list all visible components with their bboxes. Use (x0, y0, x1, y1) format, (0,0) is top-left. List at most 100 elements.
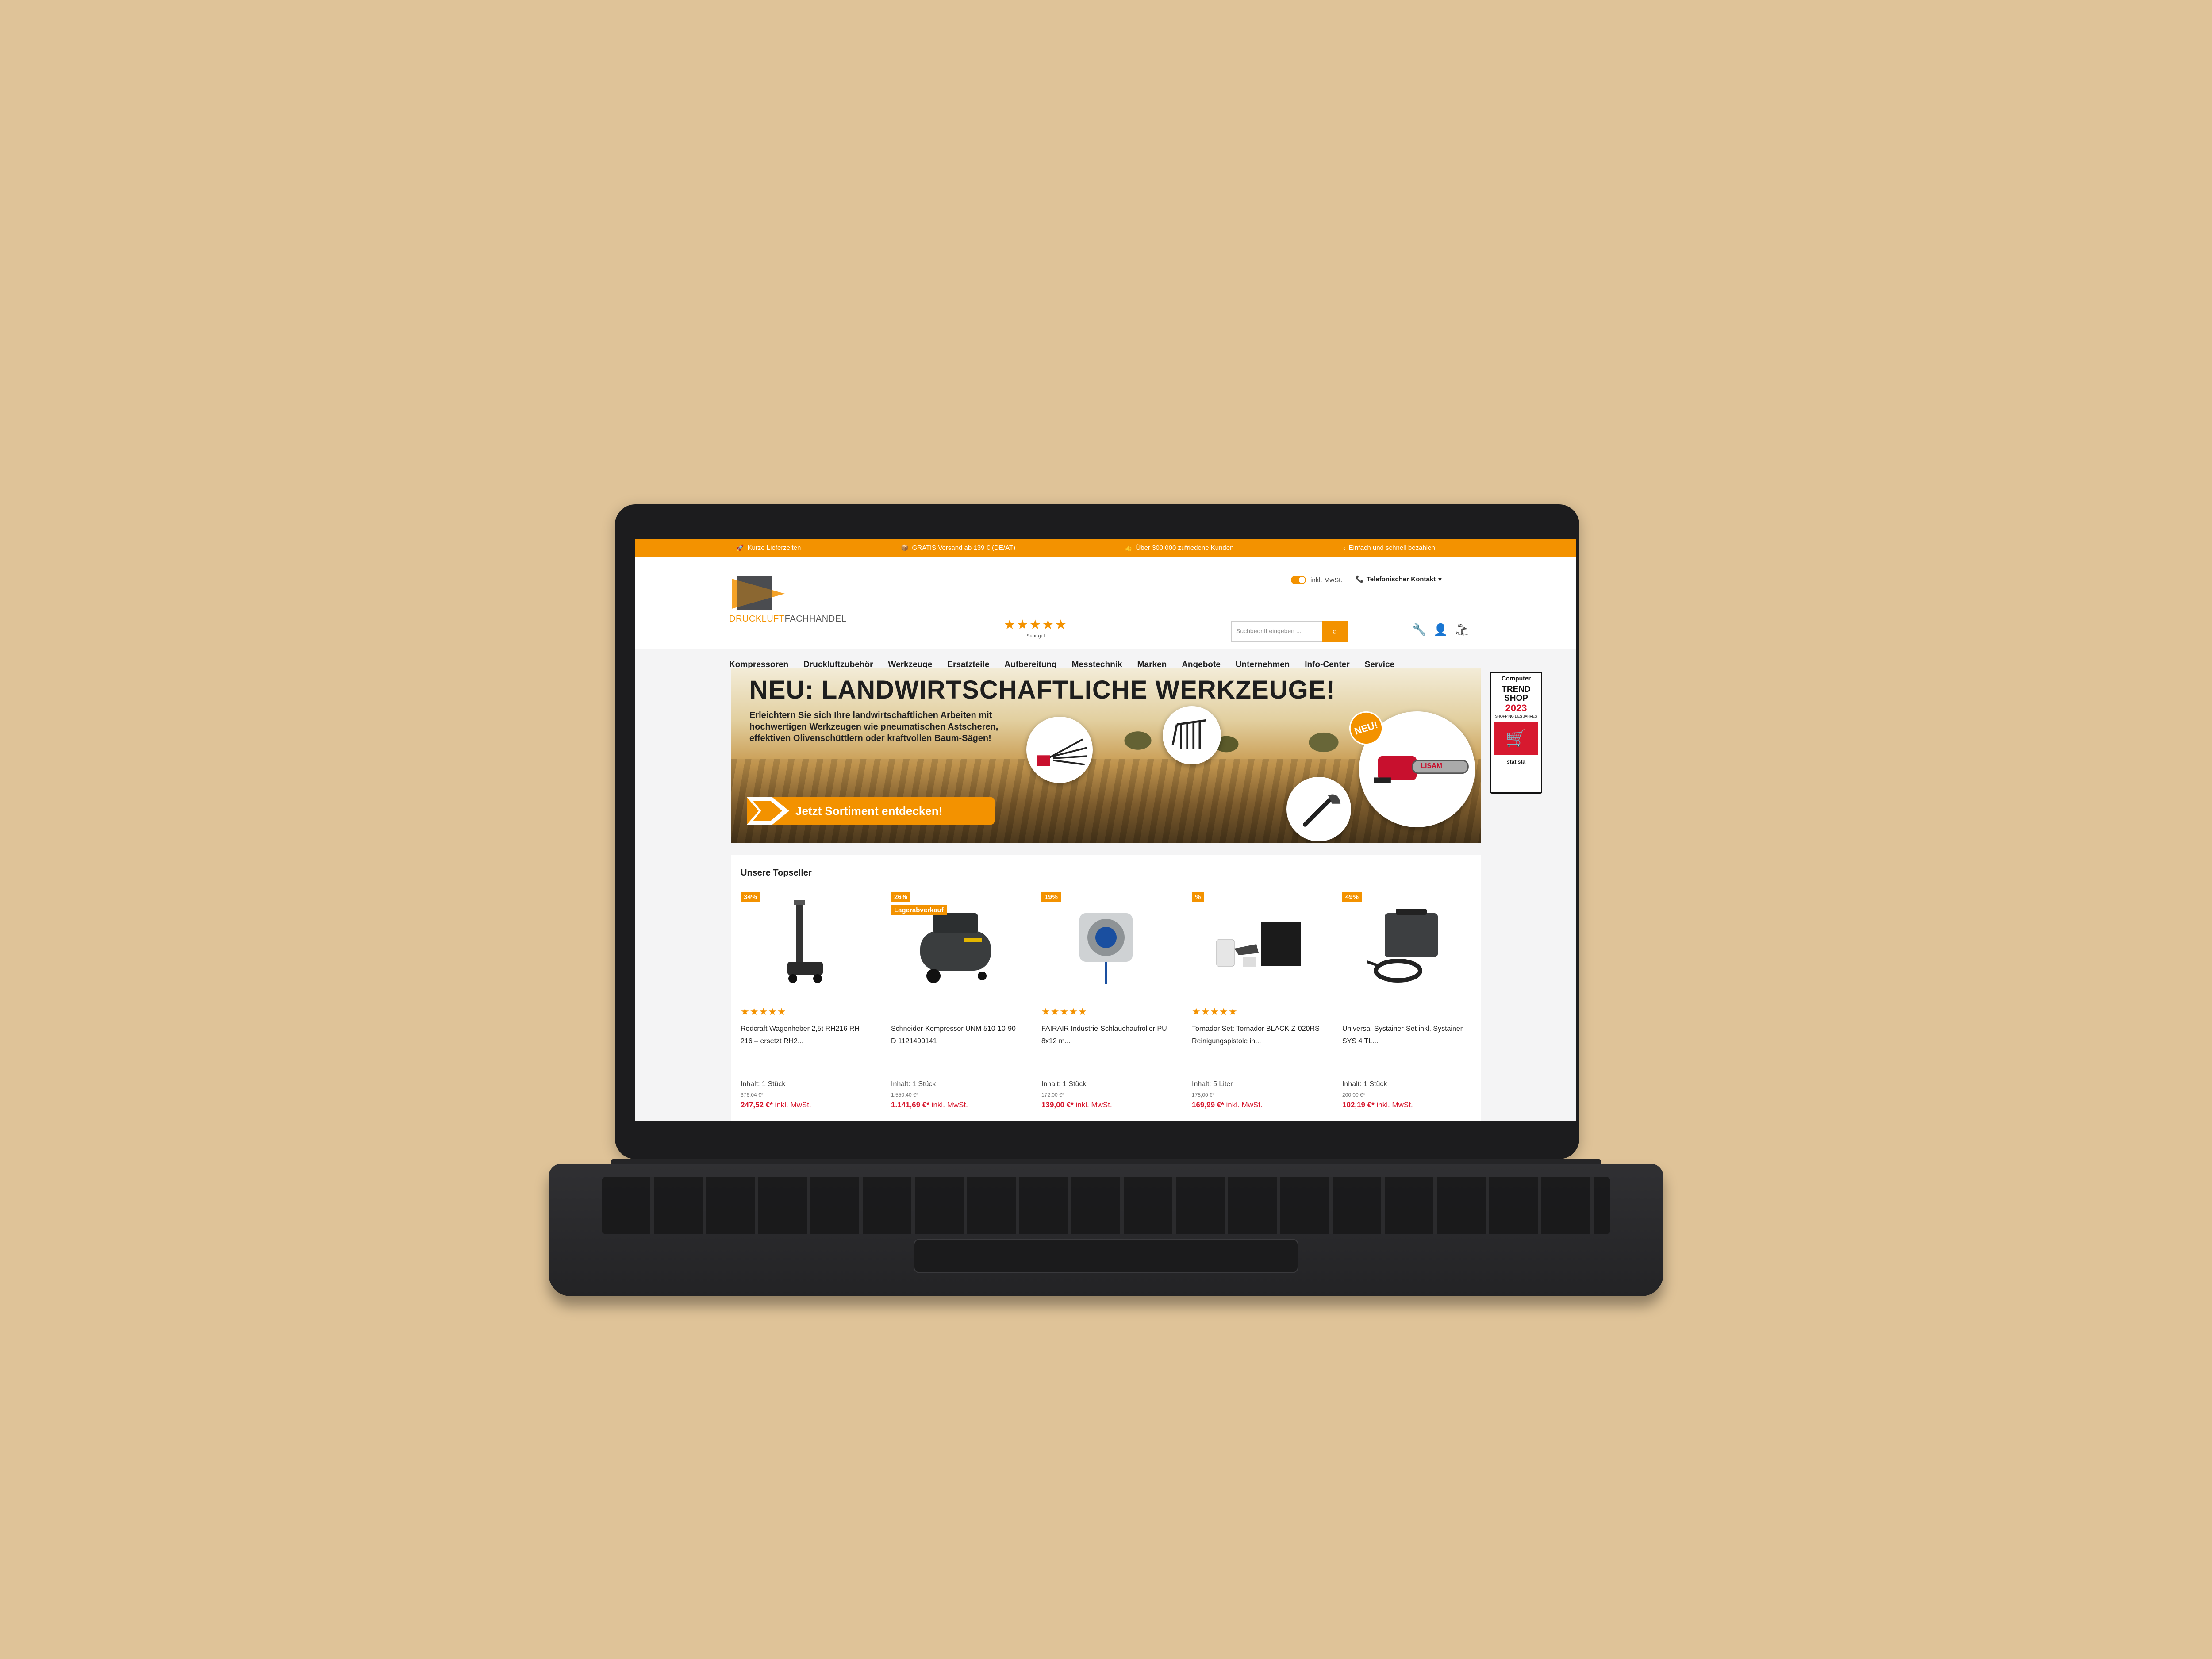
hose-reel-icon (1079, 913, 1133, 984)
price-tax: inkl. MwSt. (1226, 1101, 1263, 1109)
price-tax: inkl. MwSt. (1376, 1101, 1413, 1109)
usp-item: 📦 GRATIS Versand ab 139 € (DE/AT) (901, 544, 1015, 552)
product-bubble-shaker (1026, 717, 1093, 783)
old-price: 200,00 €* (1342, 1092, 1365, 1098)
keyboard-keys (602, 1177, 1610, 1234)
box-icon: 📦 (901, 544, 909, 551)
cart-icon[interactable]: 🛍 (1455, 623, 1469, 637)
rating-text: Sehr gut (1026, 634, 1045, 639)
floor-jack-icon (787, 900, 823, 983)
product-stars: ★★★★★ (1041, 1006, 1087, 1017)
product-stars: ★★★★★ (741, 1006, 787, 1017)
search-button[interactable]: ⌕ (1322, 621, 1348, 642)
clearance-badge: Lagerabverkauf (891, 905, 947, 915)
product-name[interactable]: Tornador Set: Tornador BLACK Z-020RS Rei… (1192, 1023, 1320, 1048)
toggle-switch[interactable] (1291, 576, 1306, 584)
trend-badge-brand: Computer (1501, 675, 1531, 682)
search-icon: ⌕ (1332, 626, 1338, 637)
price-value: 1.141,69 €* (891, 1101, 929, 1109)
hero-title: NEU: LANDWIRTSCHAFTLICHE WERKZEUGE! (749, 676, 1335, 704)
old-price: 376,04 €* (741, 1092, 764, 1098)
product-name[interactable]: Universal-Systainer-Set inkl. Systainer … (1342, 1023, 1471, 1048)
product-price: 1.141,69 €* inkl. MwSt. (891, 1101, 968, 1110)
trend-badge-source: statista (1506, 759, 1526, 765)
product-image[interactable] (1340, 895, 1473, 993)
price-tax: inkl. MwSt. (931, 1101, 968, 1109)
section-title: Unsere Topseller (741, 868, 812, 878)
chevron-down-icon: ▾ (1438, 576, 1442, 583)
trend-shop-badge[interactable]: Computer TREND SHOP 2023 SHOPPING DES JA… (1490, 672, 1542, 794)
site-header: DRUCKLUFTFACHHANDEL inkl. MwSt. 📞 Telefo… (635, 557, 1576, 669)
product-image[interactable] (1040, 895, 1172, 993)
trackpad (914, 1239, 1298, 1273)
hero-text: Erleichtern Sie sich Ihre landwirtschaft… (749, 710, 998, 743)
logo-wordmark: DRUCKLUFTFACHHANDEL (729, 614, 846, 624)
product-name[interactable]: Schneider-Kompressor UNM 510-10-90 D 112… (891, 1023, 1019, 1048)
svg-text:LISAM: LISAM (1421, 762, 1442, 770)
product-image[interactable] (1190, 895, 1323, 993)
usp-text: Kurze Lieferzeiten (747, 544, 801, 552)
logo-part2: FACHHANDEL (784, 614, 847, 624)
product-name[interactable]: FAIRAIR Industrie-Schlauchaufroller PU 8… (1041, 1023, 1170, 1048)
price-value: 169,99 €* (1192, 1101, 1224, 1109)
product-price: 139,00 €* inkl. MwSt. (1041, 1101, 1112, 1110)
product-card[interactable]: 26% Lagerabverkauf Schneider-Kompressor … (885, 892, 1026, 1121)
product-content: Inhalt: 1 Stück (891, 1080, 936, 1088)
product-stars: ★★★★★ (1192, 1006, 1238, 1017)
pruning-shear-icon (1303, 794, 1341, 827)
product-card[interactable]: % ★★★★★ Tornador Set: Tornador BLACK Z-0… (1186, 892, 1327, 1121)
phone-contact-label: Telefonischer Kontakt (1366, 575, 1436, 583)
usp-item: 👍 Über 300.000 zufriedene Kunden (1125, 544, 1233, 552)
product-card[interactable]: 34% ★★★★★ Rodcraft Wagenheber 2,5t RH216… (734, 892, 876, 1121)
product-content: Inhalt: 1 Stück (1041, 1080, 1087, 1088)
usp-text: GRATIS Versand ab 139 € (DE/AT) (912, 544, 1016, 552)
hero-banner[interactable]: NEU: LANDWIRTSCHAFTLICHE WERKZEUGE! Erle… (731, 668, 1481, 843)
olive-shaker-icon (1036, 738, 1087, 766)
search-input[interactable]: Suchbegriff eingeben ... (1231, 621, 1322, 642)
product-price: 102,19 €* inkl. MwSt. (1342, 1101, 1413, 1110)
shop-rating[interactable]: ★★★★★ Sehr gut (998, 618, 1073, 639)
product-content: Inhalt: 5 Liter (1192, 1080, 1233, 1088)
logo-part1: DRUCKLUFT (729, 614, 785, 624)
discount-badge: 49% (1342, 892, 1362, 902)
old-price: 172,00 €* (1041, 1092, 1064, 1098)
search-form: Suchbegriff eingeben ... ⌕ (1231, 621, 1348, 642)
header-actions: 🔧 👤 🛍 (1412, 623, 1469, 637)
product-image[interactable] (739, 895, 872, 993)
trend-badge-line1: TREND (1502, 685, 1531, 694)
product-content: Inhalt: 1 Stück (1342, 1080, 1387, 1088)
wrench-icon[interactable]: 🔧 (1412, 623, 1426, 637)
product-name[interactable]: Rodcraft Wagenheber 2,5t RH216 RH 216 – … (741, 1023, 869, 1048)
usp-text: Einfach und schnell bezahlen (1348, 544, 1435, 552)
trend-badge-year: 2023 (1505, 703, 1527, 714)
price-value: 139,00 €* (1041, 1101, 1074, 1109)
fork-tool-icon (1171, 719, 1206, 749)
discount-badge: 26% (891, 892, 911, 902)
tax-toggle-label: inkl. MwSt. (1310, 576, 1343, 584)
hero-cta-button[interactable]: Jetzt Sortiment entdecken! (747, 797, 995, 825)
usp-item: 🚀 Kurze Lieferzeiten (736, 544, 801, 552)
price-tax: inkl. MwSt. (775, 1101, 811, 1109)
rocket-icon: 🚀 (736, 544, 744, 551)
laptop-screen: 🚀 Kurze Lieferzeiten 📦 GRATIS Versand ab 1… (635, 539, 1576, 1121)
chevron-icon: ‹ (1343, 544, 1345, 552)
product-content: Inhalt: 1 Stück (741, 1080, 786, 1088)
topseller-section: Unsere Topseller 34% ★★★★★ Rodcraft Wage… (731, 855, 1481, 1121)
thumb-icon: 👍 (1125, 544, 1133, 551)
user-icon[interactable]: 👤 (1433, 623, 1448, 637)
product-price: 247,52 €* inkl. MwSt. (741, 1101, 811, 1110)
cart-icon: 🛒 (1494, 722, 1538, 755)
price-tax: inkl. MwSt. (1075, 1101, 1112, 1109)
tax-toggle[interactable]: inkl. MwSt. (1291, 576, 1343, 584)
discount-badge: 34% (741, 892, 760, 902)
logo[interactable]: DRUCKLUFTFACHHANDEL (729, 574, 853, 624)
usp-bar: 🚀 Kurze Lieferzeiten 📦 GRATIS Versand ab 1… (635, 539, 1576, 557)
hero-cta-label: Jetzt Sortiment entdecken! (795, 804, 943, 818)
price-value: 247,52 €* (741, 1101, 773, 1109)
product-card[interactable]: 19% ★★★★★ FAIRAIR Industrie-Schlauchaufr… (1035, 892, 1177, 1121)
phone-contact-dropdown[interactable]: 📞 Telefonischer Kontakt ▾ (1356, 575, 1442, 584)
product-card[interactable]: 49% Universal-Systainer-Set inkl. Systai… (1336, 892, 1478, 1121)
phone-icon: 📞 (1356, 576, 1364, 583)
old-price: 1.550,40 €* (891, 1092, 918, 1098)
logo-mark-icon (732, 576, 785, 610)
